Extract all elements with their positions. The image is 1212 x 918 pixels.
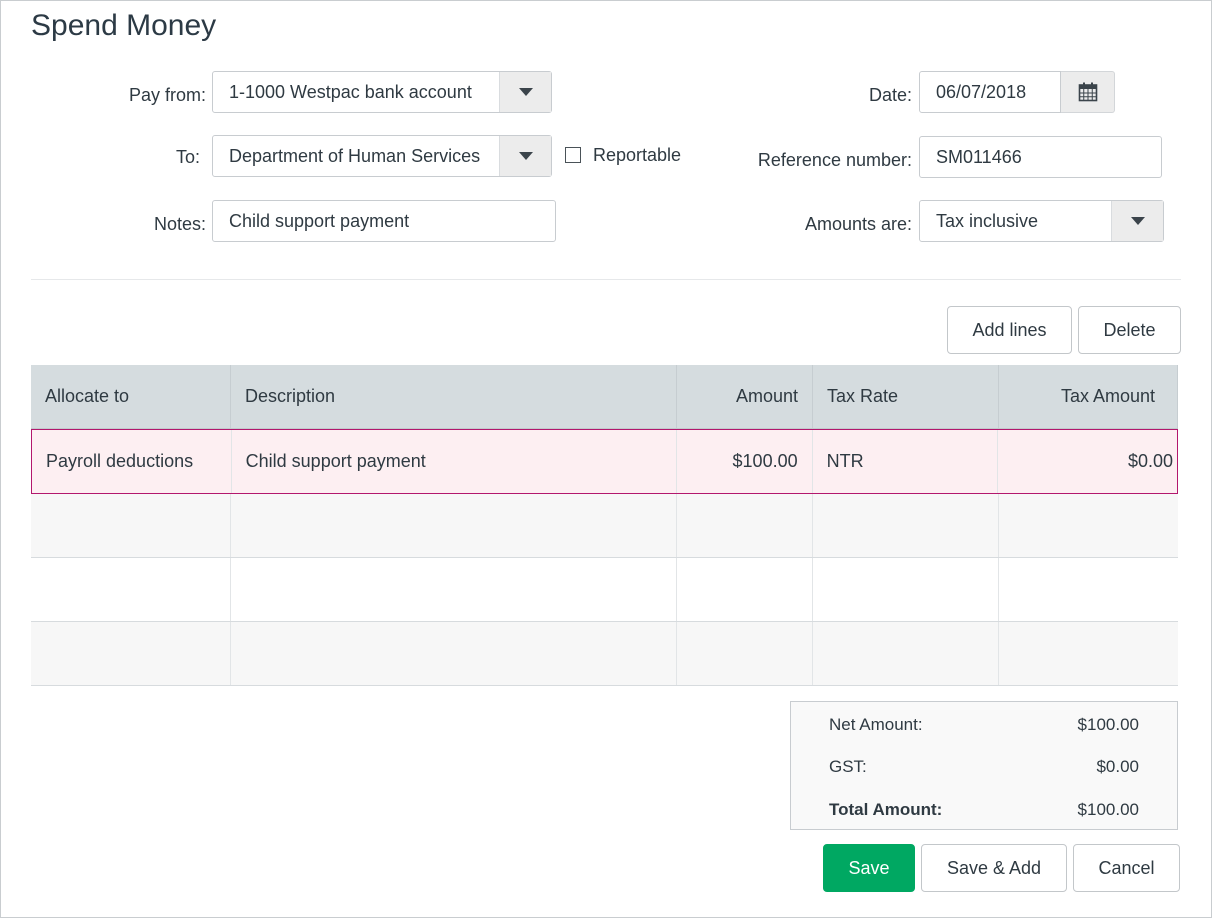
amounts-are-value: Tax inclusive — [936, 210, 1039, 231]
amounts-are-dropdown-button[interactable] — [1111, 201, 1163, 241]
notes-label: Notes: — [153, 214, 206, 234]
save-button[interactable]: Save — [823, 844, 915, 892]
table-row[interactable] — [31, 558, 1178, 622]
column-header-tax-amount[interactable]: Tax Amount — [999, 365, 1178, 428]
reportable-label: Reportable — [593, 145, 682, 165]
reference-number-label: Reference number: — [757, 150, 912, 170]
table-header: Allocate to Description Amount Tax Rate … — [31, 365, 1178, 429]
gst-row: GST: $0.00 — [829, 757, 1139, 779]
tax-amount-cell[interactable] — [999, 558, 1178, 621]
date-picker: 06/07/2018 — [919, 71, 1115, 113]
notes-input[interactable]: Child support payment — [212, 200, 556, 242]
table-row[interactable] — [31, 494, 1178, 558]
delete-button[interactable]: Delete — [1078, 306, 1181, 354]
save-and-add-button[interactable]: Save & Add — [921, 844, 1067, 892]
pay-from-value: 1-1000 Westpac bank account — [229, 81, 472, 102]
amount-cell[interactable] — [677, 622, 813, 685]
to-value: Department of Human Services — [229, 145, 481, 166]
amount-cell[interactable] — [677, 494, 813, 557]
notes-value: Child support payment — [229, 210, 410, 231]
chevron-down-icon — [518, 152, 533, 160]
amount-cell[interactable]: $100.00 — [677, 430, 813, 493]
reportable-checkbox[interactable] — [565, 147, 581, 163]
totals-panel: Net Amount: $100.00 GST: $0.00 Total Amo… — [790, 701, 1178, 830]
column-header-amount[interactable]: Amount — [677, 365, 813, 428]
spend-money-window: Spend Money Pay from: 1-1000 Westpac ban… — [0, 0, 1212, 918]
cancel-button[interactable]: Cancel — [1073, 844, 1180, 892]
pay-from-select[interactable]: 1-1000 Westpac bank account — [212, 71, 552, 113]
gst-label: GST: — [829, 757, 867, 776]
description-cell[interactable] — [231, 494, 677, 557]
reference-number-value: SM011466 — [936, 146, 1022, 167]
net-amount-value: $100.00 — [1077, 715, 1139, 734]
allocate-to-cell[interactable] — [31, 494, 231, 557]
amount-cell[interactable] — [677, 558, 813, 621]
allocate-to-cell[interactable] — [31, 622, 231, 685]
add-lines-button[interactable]: Add lines — [947, 306, 1072, 354]
date-value: 06/07/2018 — [936, 81, 1027, 102]
chevron-down-icon — [518, 88, 533, 96]
total-amount-row: Total Amount: $100.00 — [829, 800, 1139, 822]
section-divider — [31, 279, 1181, 280]
description-cell[interactable] — [231, 622, 677, 685]
table-row[interactable] — [31, 622, 1178, 686]
line-items-table: Allocate to Description Amount Tax Rate … — [31, 365, 1178, 686]
tax-rate-cell[interactable] — [813, 558, 999, 621]
chevron-down-icon — [1130, 217, 1145, 225]
pay-from-label: Pay from: — [128, 85, 206, 105]
amounts-are-label: Amounts are: — [804, 214, 912, 234]
tax-amount-cell[interactable] — [999, 494, 1178, 557]
tax-rate-cell[interactable] — [813, 622, 999, 685]
date-input[interactable]: 06/07/2018 — [919, 71, 1061, 113]
reference-number-input[interactable]: SM011466 — [919, 136, 1162, 178]
to-dropdown-button[interactable] — [499, 136, 551, 176]
net-amount-row: Net Amount: $100.00 — [829, 715, 1139, 737]
gst-value: $0.00 — [1096, 757, 1139, 776]
amounts-are-select[interactable]: Tax inclusive — [919, 200, 1164, 242]
total-amount-label: Total Amount: — [829, 800, 943, 819]
column-header-allocate-to[interactable]: Allocate to — [31, 365, 231, 428]
calendar-button[interactable] — [1061, 71, 1115, 113]
column-header-description[interactable]: Description — [231, 365, 677, 428]
page-title: Spend Money — [31, 9, 217, 42]
allocate-to-cell[interactable]: Payroll deductions — [32, 430, 232, 493]
table-row[interactable]: Payroll deductions Child support payment… — [31, 429, 1178, 494]
tax-rate-cell[interactable]: NTR — [813, 430, 999, 493]
to-select[interactable]: Department of Human Services — [212, 135, 552, 177]
to-label: To: — [175, 147, 200, 167]
column-header-tax-rate[interactable]: Tax Rate — [813, 365, 999, 428]
pay-from-dropdown-button[interactable] — [499, 72, 551, 112]
tax-amount-cell[interactable]: $0.00 — [998, 430, 1177, 493]
tax-rate-cell[interactable] — [813, 494, 999, 557]
description-cell[interactable]: Child support payment — [232, 430, 677, 493]
net-amount-label: Net Amount: — [829, 715, 923, 734]
tax-amount-cell[interactable] — [999, 622, 1178, 685]
calendar-icon — [1078, 82, 1097, 102]
allocate-to-cell[interactable] — [31, 558, 231, 621]
total-amount-value: $100.00 — [1077, 800, 1139, 819]
description-cell[interactable] — [231, 558, 677, 621]
date-label: Date: — [868, 85, 912, 105]
